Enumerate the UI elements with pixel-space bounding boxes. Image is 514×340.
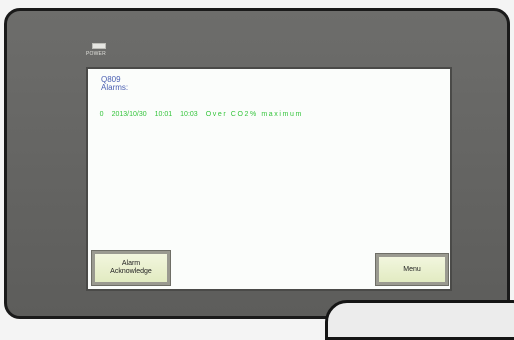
menu-button[interactable]: Menu: [375, 253, 449, 286]
alarm-message: Over CO2% maximum: [205, 111, 303, 118]
foreground-object: [325, 300, 514, 340]
alarm-acknowledge-button[interactable]: Alarm Acknowledge: [91, 250, 171, 286]
alarm-index: 0: [99, 111, 104, 118]
acknowledge-label-line2: Acknowledge: [110, 268, 152, 275]
alarms-heading: Alarms:: [101, 83, 129, 92]
alarm-end-time: 10:03: [180, 111, 198, 118]
alarm-date: 2013/10/30: [111, 111, 147, 118]
alarm-row[interactable]: 0 2013/10/30 10:01 10:03 Over CO2% maximum: [88, 104, 303, 125]
menu-button-label: Menu: [403, 265, 421, 273]
acknowledge-button-label: Alarm Acknowledge: [110, 260, 152, 276]
power-led-icon: [92, 43, 106, 49]
power-label: POWER: [86, 51, 106, 57]
alarm-start-time: 10:01: [154, 111, 173, 118]
acknowledge-label-line1: Alarm: [121, 260, 141, 267]
touch-screen: Q809 Alarms: 0 2013/10/30 10:01 10:03 Over C…: [86, 67, 452, 291]
hmi-device-bezel: POWER Q809 Alarms: 0 2013/10/30 10:01 10:03…: [4, 8, 510, 319]
